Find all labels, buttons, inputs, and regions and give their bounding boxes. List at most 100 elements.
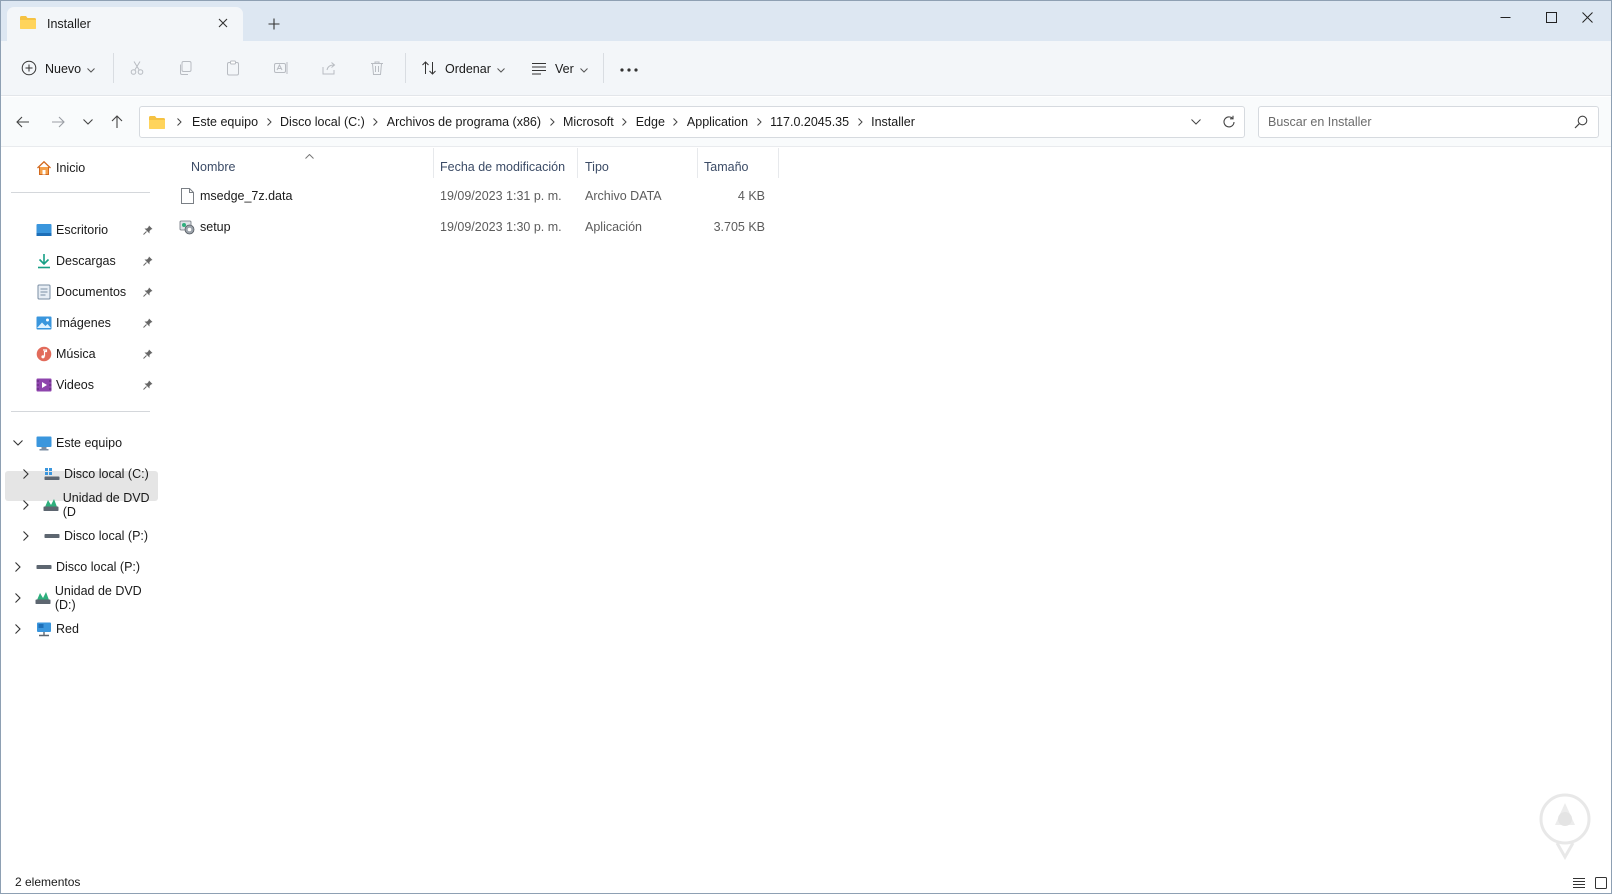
chevron-right-icon[interactable] xyxy=(541,118,563,126)
tiles-view-icon[interactable] xyxy=(1592,874,1610,892)
chevron-right-icon[interactable] xyxy=(748,118,770,126)
chevron-right-icon[interactable] xyxy=(11,560,25,574)
forward-icon[interactable] xyxy=(47,111,69,133)
breadcrumb-application[interactable]: Application xyxy=(687,115,748,129)
chevron-right-icon[interactable] xyxy=(614,118,636,126)
recent-locations-icon[interactable] xyxy=(77,111,99,133)
sidebar-item-root-dvd-d[interactable]: Unidad de DVD (D:) xyxy=(35,583,159,613)
pin-icon[interactable] xyxy=(141,316,155,330)
close-tab-icon[interactable] xyxy=(215,15,231,31)
rename-icon xyxy=(273,60,289,79)
sidebar-item-red[interactable]: Red xyxy=(35,614,79,644)
chevron-right-icon[interactable] xyxy=(258,118,280,126)
chevron-right-icon[interactable] xyxy=(19,467,33,481)
toolbar-divider xyxy=(603,53,604,83)
sidebar-item-label: Documentos xyxy=(56,285,127,299)
table-row[interactable]: msedge_7z.data 19/09/2023 1:31 p. m. Arc… xyxy=(173,182,765,210)
sidebar-item-disco-local-p[interactable]: Disco local (P:) xyxy=(43,521,148,551)
chevron-down-icon[interactable] xyxy=(11,436,25,450)
column-header-modified[interactable]: Fecha de modificación xyxy=(440,154,565,180)
address-history-icon[interactable] xyxy=(1186,106,1206,138)
file-icon xyxy=(181,188,194,204)
sidebar-item-musica[interactable]: Música xyxy=(35,339,96,369)
breadcrumb-este-equipo[interactable]: Este equipo xyxy=(192,115,258,129)
drive-icon xyxy=(43,527,61,545)
chevron-right-icon[interactable] xyxy=(19,498,33,512)
share-button[interactable] xyxy=(321,55,337,83)
address-bar[interactable]: Este equipo Disco local (C:) Archivos de… xyxy=(139,106,1245,138)
sidebar-divider xyxy=(11,411,150,412)
sidebar-item-label: Imágenes xyxy=(56,316,111,330)
search-input[interactable] xyxy=(1259,107,1559,137)
pin-icon[interactable] xyxy=(141,347,155,361)
breadcrumb-microsoft[interactable]: Microsoft xyxy=(563,115,614,129)
back-icon[interactable] xyxy=(12,111,34,133)
sidebar-item-inicio[interactable]: Inicio xyxy=(35,153,85,183)
breadcrumb-disco-local-c[interactable]: Disco local (C:) xyxy=(280,115,365,129)
sidebar-item-dvd-d[interactable]: Unidad de DVD (D xyxy=(43,490,159,520)
chevron-right-icon[interactable] xyxy=(849,118,871,126)
column-header-name[interactable]: Nombre xyxy=(191,154,235,180)
sidebar-item-root-disco-local-p[interactable]: Disco local (P:) xyxy=(35,552,140,582)
sidebar-item-disco-local-c[interactable]: Disco local (C:) xyxy=(43,459,149,489)
tab-installer[interactable]: Installer xyxy=(7,7,243,41)
sidebar-item-label: Unidad de DVD (D:) xyxy=(54,584,142,612)
refresh-icon[interactable] xyxy=(1219,106,1239,138)
close-window-icon[interactable] xyxy=(1564,1,1610,33)
column-header-size[interactable]: Tamaño xyxy=(704,154,748,180)
file-list: Nombre Fecha de modificación Tipo Tamaño… xyxy=(161,148,1611,868)
new-button[interactable]: Nuevo xyxy=(21,55,95,83)
toolbar-divider xyxy=(113,53,114,83)
column-divider[interactable] xyxy=(577,148,578,178)
chevron-down-icon xyxy=(497,62,505,76)
pin-icon[interactable] xyxy=(141,223,155,237)
search-box[interactable] xyxy=(1258,106,1599,138)
chevron-right-icon[interactable] xyxy=(365,118,387,126)
details-view-icon[interactable] xyxy=(1570,874,1588,892)
minimize-icon[interactable] xyxy=(1482,1,1528,33)
sidebar-item-documentos[interactable]: Documentos xyxy=(35,277,126,307)
file-name: setup xyxy=(200,220,231,234)
chevron-right-icon[interactable] xyxy=(19,529,33,543)
chevron-right-icon[interactable] xyxy=(11,591,25,605)
more-options-button[interactable] xyxy=(619,55,639,83)
sidebar-item-imagenes[interactable]: Imágenes xyxy=(35,308,111,338)
copy-button[interactable] xyxy=(177,55,193,83)
network-icon xyxy=(35,620,53,638)
pin-icon[interactable] xyxy=(141,285,155,299)
sidebar-item-escritorio[interactable]: Escritorio xyxy=(35,215,108,245)
paste-button[interactable] xyxy=(225,55,241,83)
column-header-type[interactable]: Tipo xyxy=(585,154,609,180)
sidebar-item-descargas[interactable]: Descargas xyxy=(35,246,116,276)
pin-icon[interactable] xyxy=(141,254,155,268)
column-divider[interactable] xyxy=(778,148,779,178)
sidebar-item-label: Inicio xyxy=(56,161,86,175)
breadcrumb-version[interactable]: 117.0.2045.35 xyxy=(770,115,849,129)
table-row[interactable]: setup 19/09/2023 1:30 p. m. Aplicación 3… xyxy=(173,213,765,241)
sidebar-item-label: Este equipo xyxy=(56,436,123,450)
sidebar-item-label: Unidad de DVD (D xyxy=(62,491,150,519)
search-icon[interactable] xyxy=(1574,115,1588,132)
delete-button[interactable] xyxy=(369,55,385,83)
sort-button[interactable]: Ordenar xyxy=(421,55,505,83)
chevron-right-icon[interactable] xyxy=(665,118,687,126)
more-icon xyxy=(619,62,639,76)
sidebar-item-este-equipo[interactable]: Este equipo xyxy=(35,428,122,458)
up-icon[interactable] xyxy=(106,111,128,133)
breadcrumb-edge[interactable]: Edge xyxy=(636,115,665,129)
chevron-right-icon[interactable] xyxy=(172,118,186,126)
breadcrumb-archivos-de-programa[interactable]: Archivos de programa (x86) xyxy=(387,115,541,129)
scissors-icon xyxy=(129,60,145,79)
column-divider[interactable] xyxy=(433,148,434,178)
sidebar-item-label: Música xyxy=(56,347,96,361)
rename-button[interactable] xyxy=(273,55,289,83)
column-divider[interactable] xyxy=(697,148,698,178)
breadcrumb-installer[interactable]: Installer xyxy=(871,115,915,129)
pin-icon[interactable] xyxy=(141,378,155,392)
toolbar-divider xyxy=(405,53,406,83)
view-button[interactable]: Ver xyxy=(531,55,588,83)
chevron-right-icon[interactable] xyxy=(11,622,25,636)
sidebar-item-videos[interactable]: Videos xyxy=(35,370,94,400)
new-tab-icon[interactable] xyxy=(263,13,285,35)
cut-button[interactable] xyxy=(129,55,145,83)
